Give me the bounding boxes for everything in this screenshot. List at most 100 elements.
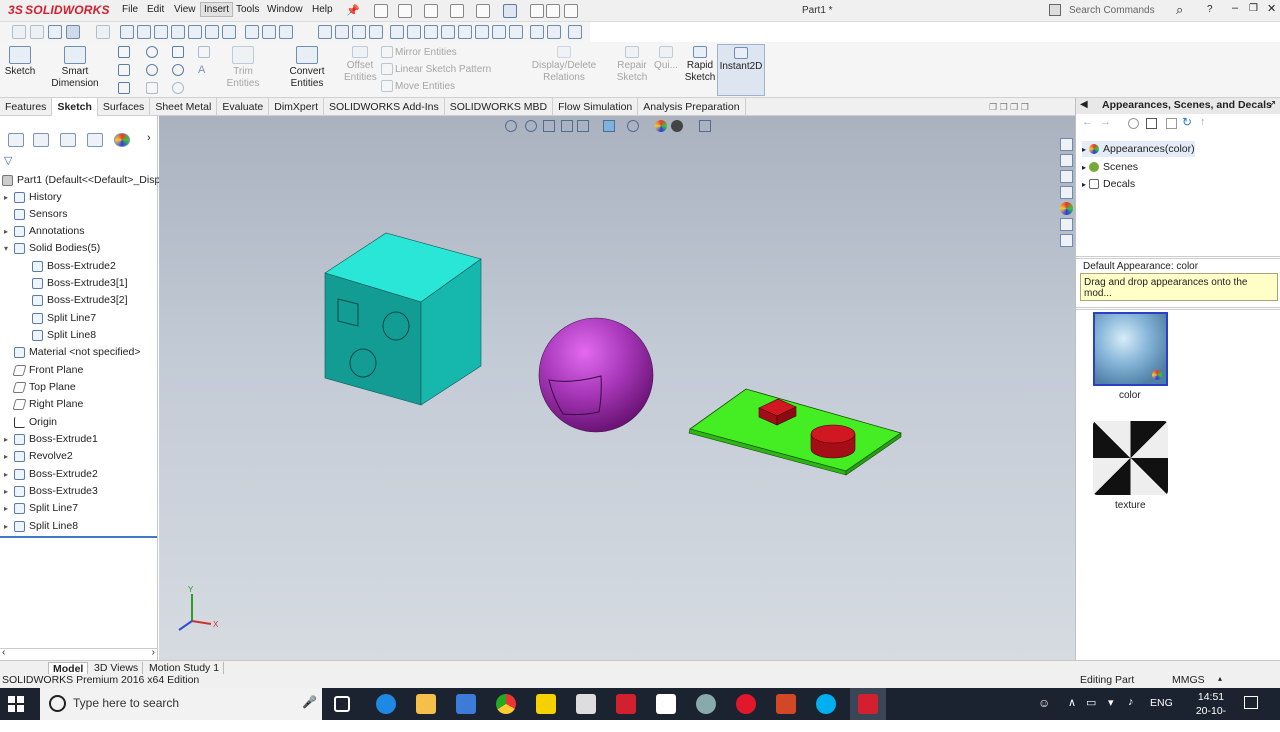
store-icon[interactable] <box>456 694 476 714</box>
tree-item-split-line8[interactable]: ▸ Split Line8 <box>4 518 78 535</box>
tree-item-material[interactable]: Material <not specified> <box>4 344 140 361</box>
tab-analysis-preparation[interactable]: Analysis Preparation <box>638 98 746 116</box>
ellipse-tool[interactable] <box>172 64 186 77</box>
mirror-entities-button[interactable]: Mirror Entities <box>381 46 457 60</box>
merge-icon[interactable] <box>475 25 489 39</box>
collinear-icon[interactable] <box>441 25 455 39</box>
filter-icon[interactable]: ▽ <box>4 154 12 167</box>
network-icon[interactable]: ▭ <box>1086 696 1096 709</box>
spline-tool[interactable] <box>172 46 186 59</box>
notifications-icon[interactable] <box>1244 696 1258 709</box>
pane-splitter[interactable] <box>1076 256 1280 259</box>
cylindrical-boss[interactable] <box>810 424 856 459</box>
tree-item-sensors[interactable]: Sensors <box>4 206 68 223</box>
print-icon[interactable] <box>450 4 464 18</box>
pane-splitter-2[interactable] <box>1076 307 1280 310</box>
plate-body[interactable] <box>688 388 902 476</box>
tab-sheet-metal[interactable]: Sheet Metal <box>150 98 218 116</box>
configuration-manager-tab-icon[interactable] <box>60 133 76 147</box>
tab-dimxpert[interactable]: DimXpert <box>269 98 324 116</box>
move-entities-button[interactable]: Move Entities <box>381 80 455 94</box>
add-folder-icon[interactable] <box>1128 118 1139 129</box>
viewport-window-controls[interactable]: ❐ ❐ ❐ ❐ <box>989 102 1029 113</box>
convert-entities-button[interactable]: Convert Entities <box>272 44 342 90</box>
polygon-tool[interactable] <box>118 82 132 95</box>
opera-icon[interactable] <box>736 694 756 714</box>
tab-features[interactable]: Features <box>0 98 53 116</box>
volume-icon[interactable]: ♪ <box>1128 696 1134 708</box>
menu-help[interactable]: Help <box>310 4 335 15</box>
circle-snap-icon[interactable] <box>171 25 185 39</box>
texture-swatch[interactable] <box>1093 421 1168 495</box>
back-icon[interactable]: ← <box>1082 116 1093 128</box>
tab-solidworks-add-ins[interactable]: SOLIDWORKS Add-Ins <box>324 98 445 116</box>
parallel-icon[interactable] <box>352 25 366 39</box>
horizontal-snap-icon[interactable] <box>245 25 259 39</box>
decals-item[interactable]: ▸ Decals <box>1082 176 1135 192</box>
units-selector[interactable]: MMGS <box>1172 674 1205 686</box>
tree-item-body-boss-extrude3-2[interactable]: Boss-Extrude3[2] <box>32 292 128 309</box>
tab-solidworks-mbd[interactable]: SOLIDWORKS MBD <box>445 98 554 116</box>
create-folder-icon[interactable] <box>1166 118 1177 129</box>
task-view-icon[interactable] <box>334 696 350 712</box>
tree-item-history[interactable]: ▸ History <box>4 189 62 206</box>
select-icon[interactable] <box>503 4 517 18</box>
close-icon[interactable]: ✕ <box>1267 2 1276 15</box>
grid-snap-icon[interactable] <box>279 25 293 39</box>
grid-icon[interactable] <box>547 25 561 39</box>
dimxpert-manager-tab-icon[interactable] <box>87 133 103 147</box>
property-manager-tab-icon[interactable] <box>33 133 49 147</box>
scenes-item[interactable]: ▸ Scenes <box>1082 159 1138 175</box>
units-dropdown-icon[interactable]: ▴ <box>1218 674 1222 683</box>
color-swatch[interactable] <box>1093 312 1168 386</box>
arc-snap-icon[interactable] <box>188 25 202 39</box>
file-explorer-icon[interactable] <box>416 694 436 714</box>
command-search-toggle-icon[interactable] <box>1049 4 1061 16</box>
midpoint-icon[interactable] <box>407 25 421 39</box>
quick-snaps-button[interactable]: Qui... <box>652 44 680 72</box>
fix-icon[interactable] <box>390 25 404 39</box>
menu-tools[interactable]: Tools <box>234 4 261 15</box>
options-icon[interactable] <box>564 4 578 18</box>
refresh-icon[interactable]: ↻ <box>1182 115 1192 129</box>
tree-root-part[interactable]: Part1 (Default<<Default>_Disp <box>2 172 160 189</box>
tree-item-boss-extrude3[interactable]: ▸ Boss-Extrude3 <box>4 483 98 500</box>
point-tool[interactable] <box>172 82 186 95</box>
rapid-sketch-button[interactable]: Rapid Sketch <box>684 44 716 84</box>
app-cloud-icon[interactable] <box>696 694 716 714</box>
menu-view[interactable]: View <box>172 4 198 15</box>
display-delete-relations-button[interactable]: Display/Delete Relations <box>512 44 616 84</box>
tree-item-boss-extrude1[interactable]: ▸ Boss-Extrude1 <box>4 431 98 448</box>
tab-evaluate[interactable]: Evaluate <box>217 98 270 116</box>
restore-icon[interactable]: ❐ <box>1249 3 1258 14</box>
rebuild-icon[interactable] <box>530 4 544 18</box>
repair-sketch-button[interactable]: Repair Sketch <box>616 44 648 84</box>
tree-item-revolve2[interactable]: ▸ Revolve2 <box>4 448 73 465</box>
menu-window[interactable]: Window <box>265 4 305 15</box>
sphere-body[interactable] <box>538 317 654 433</box>
pointer-icon[interactable] <box>66 25 80 39</box>
solidworks-logo[interactable]: 3S SOLIDWORKS <box>8 3 110 17</box>
pin-pane-icon[interactable]: ↗ <box>1268 99 1276 110</box>
appearances-tab-icon[interactable] <box>1060 202 1073 215</box>
toggle-icon[interactable] <box>96 25 110 39</box>
slot-tool[interactable] <box>146 64 160 77</box>
minimize-icon[interactable]: – <box>1232 2 1238 14</box>
centerline-tool[interactable] <box>198 46 212 59</box>
file-properties-icon[interactable] <box>546 4 560 18</box>
model-canvas[interactable]: Y X <box>159 116 1075 660</box>
text-tool[interactable]: A <box>198 64 205 76</box>
filter-icon[interactable] <box>12 25 26 39</box>
tree-item-annotations[interactable]: ▸ Annotations <box>4 223 84 240</box>
concentric-icon[interactable] <box>424 25 438 39</box>
circle-tool[interactable] <box>146 46 160 59</box>
chrome-icon[interactable] <box>496 694 516 714</box>
language-indicator[interactable]: ENG <box>1150 697 1173 709</box>
solidworks-taskbar-icon-1[interactable] <box>616 694 636 714</box>
sketch-settings-icon[interactable] <box>530 25 544 39</box>
view-palette-icon[interactable] <box>1060 186 1073 199</box>
intersection-icon[interactable] <box>509 25 523 39</box>
offset-entities-button[interactable]: Offset Entities <box>344 44 377 84</box>
line-tool[interactable] <box>118 46 132 59</box>
solidworks-resources-icon[interactable] <box>1060 138 1073 151</box>
